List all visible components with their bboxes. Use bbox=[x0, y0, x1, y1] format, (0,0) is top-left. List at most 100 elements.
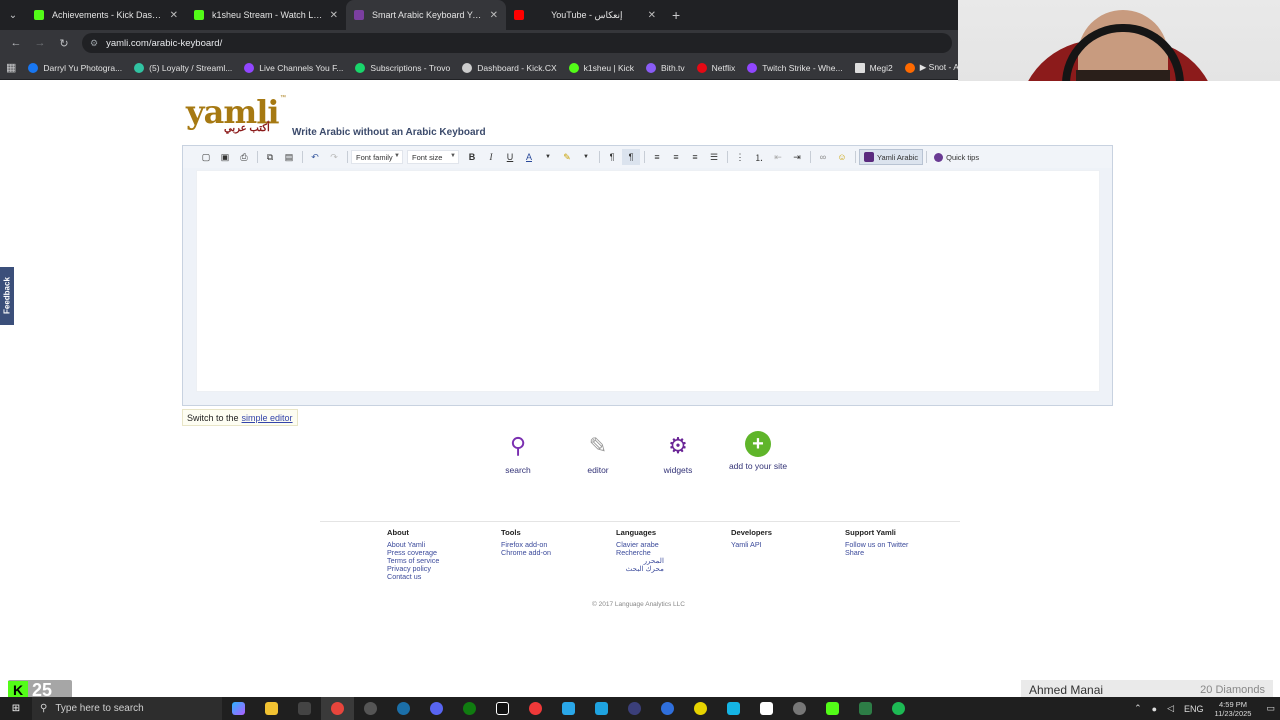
gears-icon: ⚙ bbox=[668, 433, 688, 458]
undo-icon[interactable]: ↶ bbox=[306, 149, 324, 165]
taskbar-search[interactable]: ⚲ Type here to search bbox=[32, 697, 222, 720]
mail-icon[interactable] bbox=[552, 697, 585, 720]
chevron-up-icon[interactable]: ⌃ bbox=[1134, 703, 1142, 714]
spotify-icon[interactable] bbox=[882, 697, 915, 720]
app-icon[interactable] bbox=[684, 697, 717, 720]
bookmark-item[interactable]: Dashboard - Kick.CX bbox=[462, 62, 557, 73]
simple-editor-link[interactable]: simple editor bbox=[242, 413, 293, 423]
bold-icon[interactable]: B bbox=[463, 149, 481, 165]
save-icon[interactable]: ▣ bbox=[216, 149, 234, 165]
app-icon[interactable] bbox=[849, 697, 882, 720]
discord-icon[interactable] bbox=[420, 697, 453, 720]
app-icon[interactable] bbox=[585, 697, 618, 720]
capcut-icon[interactable] bbox=[750, 697, 783, 720]
app-icon[interactable] bbox=[651, 697, 684, 720]
chevron-down-icon[interactable]: ▼ bbox=[539, 149, 557, 165]
footer-link[interactable]: Share bbox=[845, 549, 908, 557]
kick-icon[interactable] bbox=[816, 697, 849, 720]
bookmark-item[interactable]: Live Channels You F... bbox=[244, 62, 343, 73]
align-justify-icon[interactable]: ☰ bbox=[705, 149, 723, 165]
reload-icon[interactable]: ↻ bbox=[52, 37, 76, 50]
align-center-icon[interactable]: ≡ bbox=[667, 149, 685, 165]
tab-youtube[interactable]: YouTube - إنعكاس ✕ bbox=[506, 0, 664, 30]
indent-icon[interactable]: ⇥ bbox=[788, 149, 806, 165]
ltr-icon[interactable]: ¶ bbox=[603, 149, 621, 165]
align-right-icon[interactable]: ≡ bbox=[686, 149, 704, 165]
address-bar[interactable]: ⚙ yamli.com/arabic-keyboard/ bbox=[82, 33, 952, 53]
text-color-icon[interactable]: A bbox=[520, 149, 538, 165]
bullet-list-icon[interactable]: ⋮ bbox=[731, 149, 749, 165]
footer-link[interactable]: Contact us bbox=[387, 573, 439, 581]
font-family-select[interactable]: Font family ▼ bbox=[351, 150, 403, 164]
footer-link[interactable]: محرك البحث bbox=[616, 565, 664, 573]
chrome-icon[interactable] bbox=[321, 697, 354, 720]
highlight-icon[interactable]: ✎ bbox=[558, 149, 576, 165]
paste-icon[interactable]: ▤ bbox=[280, 149, 298, 165]
link-icon[interactable]: ∞ bbox=[814, 149, 832, 165]
apps-grid-icon[interactable]: ▦ bbox=[6, 61, 16, 74]
forward-icon[interactable]: → bbox=[28, 37, 52, 49]
feature-search[interactable]: ⚲ search bbox=[483, 431, 553, 475]
app-icon[interactable] bbox=[783, 697, 816, 720]
xbox-icon[interactable] bbox=[453, 697, 486, 720]
editor-text-area[interactable] bbox=[196, 170, 1100, 392]
add-icon: + bbox=[745, 431, 771, 457]
feature-editor[interactable]: ✎ editor bbox=[563, 431, 633, 475]
site-info-icon[interactable]: ⚙ bbox=[90, 38, 98, 49]
yamli-arabic-toggle[interactable]: Yamli Arabic bbox=[859, 149, 924, 165]
outdent-icon[interactable]: ⇤ bbox=[769, 149, 787, 165]
footer-link[interactable]: Chrome add-on bbox=[501, 549, 551, 557]
obs-icon[interactable] bbox=[354, 697, 387, 720]
steam-icon[interactable] bbox=[387, 697, 420, 720]
close-icon[interactable]: ✕ bbox=[490, 10, 498, 21]
bookmark-item[interactable]: Twitch Strike - Whe... bbox=[747, 62, 843, 73]
speaker-icon[interactable]: ◁ bbox=[1167, 703, 1174, 714]
app-icon[interactable] bbox=[618, 697, 651, 720]
new-document-icon[interactable]: ▢ bbox=[197, 149, 215, 165]
file-explorer-icon[interactable] bbox=[255, 697, 288, 720]
epic-games-icon[interactable] bbox=[288, 697, 321, 720]
numbered-list-icon[interactable]: ⒈ bbox=[750, 149, 768, 165]
quick-tips-button[interactable]: Quick tips bbox=[930, 149, 983, 165]
feedback-tab[interactable]: Feedback bbox=[0, 267, 14, 325]
tab-yamli[interactable]: Smart Arabic Keyboard Yamli™ ✕ bbox=[346, 0, 506, 30]
emoticon-icon[interactable]: ☺ bbox=[833, 149, 851, 165]
back-icon[interactable]: ← bbox=[4, 37, 28, 49]
bookmark-item[interactable]: Bith.tv bbox=[646, 62, 685, 73]
feature-add-to-site[interactable]: + add to your site bbox=[723, 431, 793, 471]
copilot-icon[interactable] bbox=[222, 697, 255, 720]
bookmark-item[interactable]: (5) Loyalty / Streaml... bbox=[134, 62, 232, 73]
bookmark-item[interactable]: k1sheu | Kick bbox=[568, 62, 634, 73]
new-tab-button[interactable]: + bbox=[672, 7, 680, 23]
copy-icon[interactable]: ⧉ bbox=[261, 149, 279, 165]
bookmark-item[interactable]: Netflix bbox=[696, 62, 735, 73]
notification-icon[interactable]: ▭ bbox=[1266, 703, 1275, 714]
italic-icon[interactable]: I bbox=[482, 149, 500, 165]
yamli-logo[interactable]: yamli أكتب عربي ™ bbox=[184, 93, 288, 139]
bookmark-folder[interactable]: Megi2 bbox=[854, 62, 893, 73]
tab-achievements[interactable]: Achievements - Kick Dashboard ✕ bbox=[26, 0, 186, 30]
windows-start-icon[interactable]: ⊞ bbox=[0, 703, 32, 714]
app-icon[interactable] bbox=[717, 697, 750, 720]
close-icon[interactable]: ✕ bbox=[648, 10, 656, 21]
close-icon[interactable]: ✕ bbox=[330, 10, 338, 21]
vivaldi-icon[interactable] bbox=[519, 697, 552, 720]
microphone-icon[interactable]: ● bbox=[1152, 704, 1157, 714]
language-indicator[interactable]: ENG bbox=[1184, 704, 1204, 714]
align-left-icon[interactable]: ≡ bbox=[648, 149, 666, 165]
redo-icon[interactable]: ↷ bbox=[325, 149, 343, 165]
bookmark-item[interactable]: Darryl Yu Photogra... bbox=[28, 62, 122, 73]
rtl-icon[interactable]: ¶ bbox=[622, 149, 640, 165]
feature-widgets[interactable]: ⚙ widgets bbox=[643, 431, 713, 475]
font-size-select[interactable]: Font size ▼ bbox=[407, 150, 459, 164]
tab-search-button[interactable]: ⌄ bbox=[0, 0, 26, 30]
underline-icon[interactable]: U bbox=[501, 149, 519, 165]
tab-k1sheu-stream[interactable]: k1sheu Stream - Watch Live on ✕ bbox=[186, 0, 346, 30]
clock[interactable]: 4:59 PM 11/23/2025 bbox=[1215, 700, 1252, 718]
chevron-down-icon[interactable]: ▼ bbox=[577, 149, 595, 165]
close-icon[interactable]: ✕ bbox=[170, 10, 178, 21]
print-icon[interactable]: ⎙ bbox=[235, 149, 253, 165]
tiktok-icon[interactable] bbox=[486, 697, 519, 720]
bookmark-item[interactable]: Subscriptions - Trovo bbox=[355, 62, 450, 73]
footer-link[interactable]: Yamli API bbox=[731, 540, 772, 549]
